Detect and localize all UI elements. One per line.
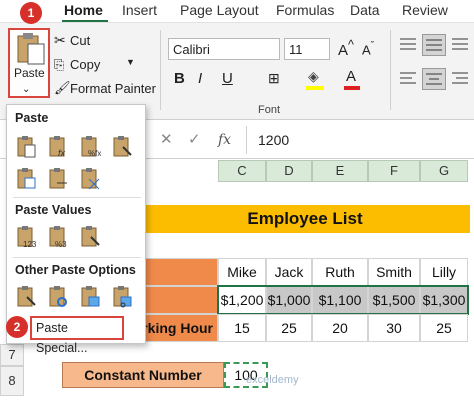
menu-divider xyxy=(13,197,141,198)
other-paste-options-heading: Other Paste Options xyxy=(15,263,136,277)
ribbon-tab-bar: Home Insert Page Layout Formulas Data Re… xyxy=(0,0,474,23)
copy-button[interactable]: Copy xyxy=(70,57,100,72)
copy-icon: ⎘ xyxy=(54,57,65,72)
tab-insert[interactable]: Insert xyxy=(122,2,157,18)
align-top-icon[interactable] xyxy=(398,36,420,54)
paste-section-heading: Paste xyxy=(15,111,49,125)
paste-values-number-format-icon[interactable]: %3 xyxy=(47,225,69,249)
align-left-icon[interactable] xyxy=(398,70,420,88)
table-cell-name[interactable]: Lilly xyxy=(420,258,468,286)
paste-button-label: Paste xyxy=(14,66,45,80)
ribbon-divider xyxy=(390,30,391,110)
paste-transpose-icon[interactable] xyxy=(79,167,101,191)
paste-linked-picture-icon[interactable] xyxy=(111,285,133,309)
paste-link-icon[interactable] xyxy=(47,285,69,309)
svg-text:%fx: %fx xyxy=(88,149,101,158)
paste-values-icon[interactable]: 123 xyxy=(15,225,37,249)
decrease-font-icon[interactable]: Aˇ xyxy=(362,40,374,57)
format-painter-icon: 🖌 xyxy=(54,80,71,95)
table-cell-name[interactable]: Ruth xyxy=(312,258,368,286)
row-header-8[interactable]: 8 xyxy=(0,366,24,396)
insert-function-icon[interactable]: fx xyxy=(218,132,231,148)
align-bottom-icon[interactable] xyxy=(450,36,472,54)
paste-no-borders-icon[interactable] xyxy=(15,167,37,191)
table-cell-hours[interactable]: 20 xyxy=(312,314,368,342)
column-header-e[interactable]: E xyxy=(312,160,368,182)
paste-icon[interactable] xyxy=(15,135,37,159)
tab-formulas[interactable]: Formulas xyxy=(276,2,334,18)
align-right-icon[interactable] xyxy=(450,70,472,88)
svg-text:123: 123 xyxy=(23,240,37,249)
table-header-cell[interactable] xyxy=(140,286,218,314)
svg-text:fx: fx xyxy=(58,148,66,158)
increase-font-icon[interactable]: A^ xyxy=(338,38,354,59)
watermark-logo: exceldemy xyxy=(246,374,299,386)
paste-values-heading: Paste Values xyxy=(15,203,92,217)
working-hour-label[interactable]: rking Hour xyxy=(140,314,218,342)
paste-values-source-formatting-icon[interactable] xyxy=(79,225,101,249)
column-header-d[interactable]: D xyxy=(266,160,312,182)
table-cell-name[interactable]: Jack xyxy=(266,258,312,286)
confirm-icon[interactable]: ✓ xyxy=(188,130,201,148)
tab-data[interactable]: Data xyxy=(350,2,380,18)
italic-icon[interactable]: I xyxy=(198,70,202,87)
paste-formulas-number-icon[interactable]: %fx xyxy=(79,135,101,159)
table-cell-name[interactable]: Smith xyxy=(368,258,420,286)
font-name-value: Calibri xyxy=(173,42,210,57)
tab-page-layout[interactable]: Page Layout xyxy=(180,2,259,18)
menu-divider xyxy=(13,257,141,258)
employee-list-title: Employee List xyxy=(140,205,470,233)
paste-dropdown-menu: Paste fx %fx Paste Values 123 %3 Other P… xyxy=(6,104,146,344)
clipboard-icon xyxy=(17,33,45,65)
column-header-c[interactable]: C xyxy=(218,160,266,182)
fill-color-swatch xyxy=(306,86,324,90)
scissors-icon: ✂ xyxy=(54,32,66,48)
chevron-down-icon: ▼ xyxy=(126,57,135,67)
align-center-icon[interactable] xyxy=(422,68,446,90)
borders-icon[interactable]: ⊞ xyxy=(268,70,280,87)
table-cell-hours[interactable]: 25 xyxy=(420,314,468,342)
fill-color-icon[interactable]: ◈ xyxy=(308,68,319,85)
table-cell-name[interactable]: Mike xyxy=(218,258,266,286)
paste-picture-icon[interactable] xyxy=(79,285,101,309)
table-cell-hours[interactable]: 15 xyxy=(218,314,266,342)
tab-review[interactable]: Review xyxy=(402,2,448,18)
underline-icon[interactable]: U xyxy=(222,70,233,87)
paste-column-widths-icon[interactable] xyxy=(47,167,69,191)
font-group-label: Font xyxy=(258,104,281,116)
cut-button[interactable]: Cut xyxy=(70,33,90,48)
constant-number-label[interactable]: Constant Number xyxy=(62,362,224,388)
paste-keep-formatting-icon[interactable] xyxy=(111,135,133,159)
formula-input[interactable]: 1200 xyxy=(258,132,289,148)
column-header-g[interactable]: G xyxy=(420,160,468,182)
ribbon-divider xyxy=(160,30,161,110)
selection-range-border xyxy=(217,285,469,315)
tab-home[interactable]: Home xyxy=(64,2,103,18)
svg-text:%3: %3 xyxy=(55,240,67,249)
font-size-value: 11 xyxy=(289,42,303,57)
step-badge-2: 2 xyxy=(6,316,28,338)
paste-special-button[interactable]: Paste Special... xyxy=(30,316,124,355)
row-header-7[interactable]: 7 xyxy=(0,344,24,366)
table-cell-hours[interactable]: 25 xyxy=(266,314,312,342)
paste-formatting-icon[interactable] xyxy=(15,285,37,309)
font-name-select[interactable]: Calibri xyxy=(168,38,280,60)
paste-formulas-icon[interactable]: fx xyxy=(47,135,69,159)
step-badge-1: 1 xyxy=(20,2,42,24)
bold-icon[interactable]: B xyxy=(174,70,185,87)
column-header-f[interactable]: F xyxy=(368,160,420,182)
align-middle-icon[interactable] xyxy=(422,34,446,56)
format-painter-button[interactable]: Format Painter xyxy=(70,81,156,96)
font-color-swatch xyxy=(344,86,360,90)
chevron-down-icon: ⌄ xyxy=(22,84,31,95)
formula-divider xyxy=(246,126,247,154)
table-header-cell[interactable] xyxy=(140,258,218,286)
font-color-icon[interactable]: A xyxy=(346,68,356,85)
table-cell-hours[interactable]: 30 xyxy=(368,314,420,342)
cancel-icon[interactable]: ✕ xyxy=(160,130,173,148)
font-size-select[interactable]: 11 xyxy=(284,38,330,60)
